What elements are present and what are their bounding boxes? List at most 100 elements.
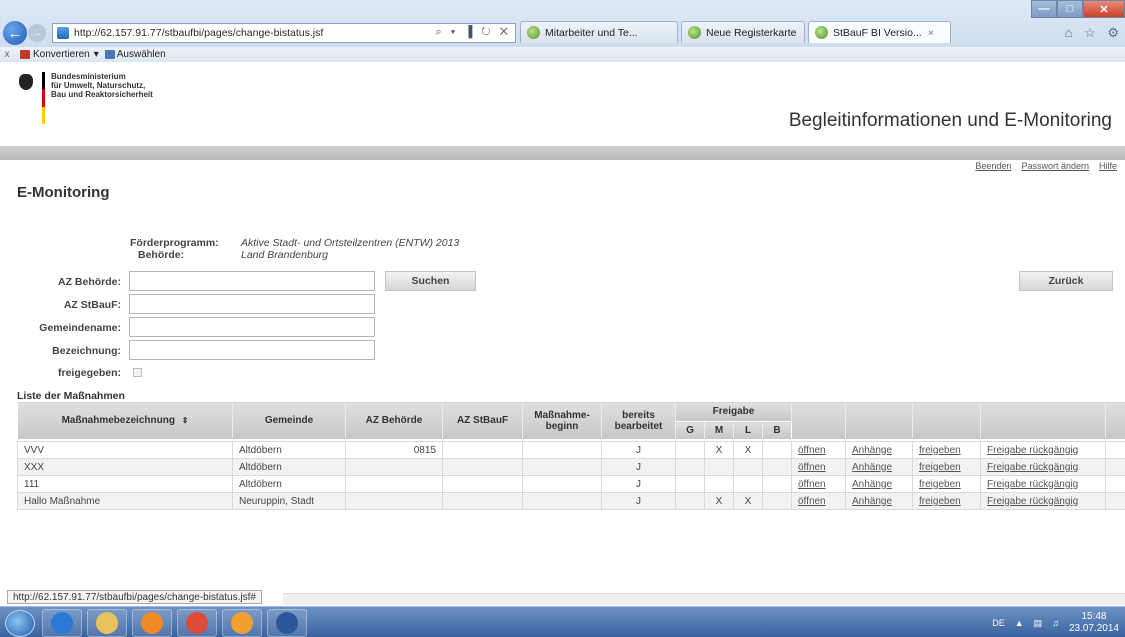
flag-stripe-black: [42, 72, 45, 90]
cell-extra: [1105, 441, 1125, 459]
open-link[interactable]: öffnen: [798, 479, 826, 490]
cell-l: [733, 458, 763, 476]
start-button-icon[interactable]: [5, 610, 35, 637]
table-row: VVV Altdöbern 0815 J X X öffnen Anhänge …: [17, 441, 1125, 459]
release-link[interactable]: freigeben: [919, 479, 961, 490]
open-link[interactable]: öffnen: [798, 496, 826, 507]
language-indicator[interactable]: DE: [992, 618, 1005, 628]
volume-icon[interactable]: ♫: [1052, 618, 1059, 628]
column-header-name[interactable]: Maßnahmebezeichnung ⇕: [17, 401, 233, 440]
change-password-link[interactable]: Passwort ändern: [1021, 161, 1089, 171]
cell-az-stbauf: [442, 492, 523, 510]
taskbar-word[interactable]: [267, 609, 307, 637]
freigegeben-checkbox[interactable]: [133, 368, 142, 377]
maximize-button[interactable]: □: [1057, 0, 1083, 18]
tab-mitarbeiter[interactable]: Mitarbeiter und Te...: [520, 21, 678, 43]
column-header-az-stbauf: AZ StBauF: [442, 401, 523, 440]
column-header-beginn: Maßnahme-beginn: [522, 401, 602, 440]
cell-bearbeitet: J: [601, 475, 676, 493]
dropdown-caret-icon: ▾: [93, 49, 99, 60]
cell-open: öffnen: [791, 458, 846, 476]
bezeichnung-input[interactable]: [129, 340, 375, 360]
column-header-b: B: [762, 421, 792, 440]
funding-program-label: Förderprogramm:: [130, 237, 219, 249]
address-url[interactable]: http://62.157.91.77/stbaufbi/pages/chang…: [74, 27, 323, 39]
attachments-link[interactable]: Anhänge: [852, 445, 892, 456]
cell-az-stbauf: [442, 441, 523, 459]
meta-labels: Förderprogramm: Behörde:: [130, 237, 219, 261]
cell-open: öffnen: [791, 492, 846, 510]
az-behoerde-input[interactable]: [129, 271, 375, 291]
clock-date: 23.07.2014: [1068, 623, 1119, 634]
attachments-link[interactable]: Anhänge: [852, 496, 892, 507]
taskbar-outlook[interactable]: [222, 609, 262, 637]
cell-extra: [1105, 475, 1125, 493]
undo-release-link[interactable]: Freigabe rückgängig: [987, 462, 1078, 473]
federal-eagle-icon: [16, 72, 36, 94]
open-link[interactable]: öffnen: [798, 445, 826, 456]
tab-close-icon[interactable]: ×: [928, 27, 934, 39]
attachments-link[interactable]: Anhänge: [852, 479, 892, 490]
taskbar-file-explorer[interactable]: [87, 609, 127, 637]
logout-link[interactable]: Beenden: [975, 161, 1011, 171]
tab-neue-registerkarte[interactable]: Neue Registerkarte: [681, 21, 805, 43]
cell-beginn: [522, 458, 602, 476]
taskbar-chrome[interactable]: [177, 609, 217, 637]
attachments-link[interactable]: Anhänge: [852, 462, 892, 473]
home-favorites-tools-icons[interactable]: ⌂ ☆ ⚙: [1065, 25, 1123, 41]
address-controls[interactable]: ⌕ ▾ ▐ ↻ ✕: [436, 26, 511, 39]
browser-chrome: ← → http://62.157.91.77/stbaufbi/pages/c…: [0, 0, 1125, 62]
minimize-button[interactable]: —: [1031, 0, 1057, 18]
cell-gemeinde: Altdöbern: [232, 475, 346, 493]
forward-arrow-icon[interactable]: →: [28, 24, 46, 42]
column-header-undo: [980, 401, 1106, 440]
close-toolbar-icon[interactable]: x: [0, 49, 14, 60]
system-tray: DE ▲ ▤ ♫ 15:48 23.07.2014: [992, 611, 1119, 635]
select-icon: [104, 50, 115, 59]
tab-label: StBauF BI Versio...: [833, 26, 922, 39]
undo-release-link[interactable]: Freigabe rückgängig: [987, 496, 1078, 507]
back-arrow-icon[interactable]: ←: [3, 21, 27, 45]
gemeindename-input[interactable]: [129, 317, 375, 337]
release-link[interactable]: freigeben: [919, 496, 961, 507]
convert-menu[interactable]: Konvertieren ▾: [20, 49, 99, 60]
cell-gemeinde: Altdöbern: [232, 458, 346, 476]
select-menu[interactable]: Auswählen: [104, 49, 166, 60]
az-stbauf-label: AZ StBauF:: [63, 299, 121, 311]
help-link[interactable]: Hilfe: [1099, 161, 1117, 171]
cell-attach: Anhänge: [845, 441, 913, 459]
table-row: Hallo Maßnahme Neuruppin, Stadt J X X öf…: [17, 492, 1125, 510]
page-title: E-Monitoring: [17, 184, 110, 201]
open-link[interactable]: öffnen: [798, 462, 826, 473]
sort-icon[interactable]: ⇕: [182, 416, 189, 425]
cell-open: öffnen: [791, 475, 846, 493]
app-title: Begleitinformationen und E-Monitoring: [788, 110, 1112, 131]
cell-az-behoerde: [345, 458, 443, 476]
cell-attach: Anhänge: [845, 475, 913, 493]
address-bar[interactable]: http://62.157.91.77/stbaufbi/pages/chang…: [52, 23, 516, 43]
undo-release-link[interactable]: Freigabe rückgängig: [987, 445, 1078, 456]
search-button[interactable]: Suchen: [385, 271, 476, 291]
clock[interactable]: 15:48 23.07.2014: [1069, 611, 1119, 635]
release-link[interactable]: freigeben: [919, 462, 961, 473]
cell-attach: Anhänge: [845, 492, 913, 510]
az-stbauf-input[interactable]: [129, 294, 375, 314]
cell-undo: Freigabe rückgängig: [980, 458, 1106, 476]
back-button[interactable]: Zurück: [1019, 271, 1113, 291]
tab-stbauf[interactable]: StBauF BI Versio... ×: [808, 21, 951, 43]
cell-bearbeitet: J: [601, 441, 676, 459]
taskbar-media-player[interactable]: [132, 609, 172, 637]
horizontal-scrollbar[interactable]: [283, 593, 1125, 605]
network-icon[interactable]: ▤: [1034, 618, 1043, 629]
tray-expand-icon[interactable]: ▲: [1015, 618, 1024, 628]
undo-release-link[interactable]: Freigabe rückgängig: [987, 479, 1078, 490]
close-window-button[interactable]: ✕: [1083, 0, 1125, 18]
ie-page-icon: [688, 26, 701, 39]
bezeichnung-label: Bezeichnung:: [52, 345, 121, 357]
cell-name: 111: [17, 475, 233, 493]
authority-label: Behörde:: [138, 249, 185, 261]
cell-name: Hallo Maßnahme: [17, 492, 233, 510]
taskbar-internet-explorer[interactable]: [42, 609, 82, 637]
release-link[interactable]: freigeben: [919, 445, 961, 456]
cell-az-behoerde: [345, 492, 443, 510]
